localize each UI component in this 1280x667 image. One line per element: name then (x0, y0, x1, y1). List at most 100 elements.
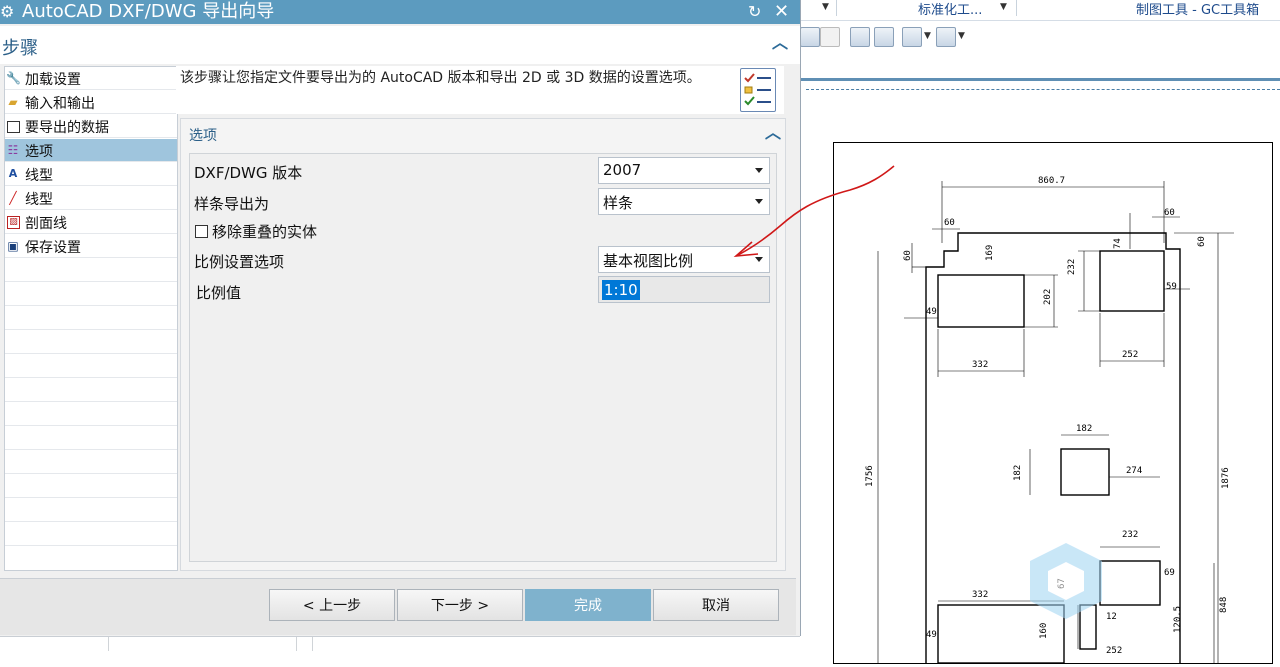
steps-list: 🔧 加载设置 ▰ 输入和输出 要导出的数据 ☷ 选项 A 线型 ╱ 线型 ▨ 剖… (4, 66, 178, 571)
cancel-button[interactable]: 取消 (653, 589, 779, 621)
ribbon-group-standardize[interactable]: 标准化工... (918, 0, 982, 18)
scale-value-text: 1:10 (602, 280, 640, 300)
step-label: 保存设置 (25, 240, 81, 256)
window-icon (7, 121, 20, 133)
list-item (5, 307, 177, 330)
scale-option-label: 比例设置选项 (194, 253, 285, 271)
step-label: 选项 (25, 144, 53, 160)
wrench-icon: 🔧 (6, 71, 21, 85)
ribbon-separator (1016, 0, 1017, 16)
spline-export-value: 样条 (603, 194, 634, 212)
options-body: DXF/DWG 版本 2007 样条导出为 样条 移除重叠的实体 比例设置选项 … (189, 153, 777, 562)
reset-icon[interactable]: ↻ (748, 1, 761, 23)
zoom-view-icon[interactable] (850, 27, 870, 47)
dropdown-arrow-icon[interactable]: ▼ (1000, 2, 1007, 12)
step-label: 线型 (25, 168, 53, 184)
list-item (5, 475, 177, 498)
dim-232: 232 (1067, 259, 1077, 275)
dim-74: 74 (1113, 238, 1123, 249)
linetype-icon: A (8, 167, 18, 180)
steps-title: 步骤 (2, 38, 38, 59)
render-icon[interactable] (936, 27, 956, 47)
dim-49: 49 (926, 307, 937, 317)
ribbon-divider (800, 20, 1280, 21)
options-panel: 选项 ︿ DXF/DWG 版本 2007 样条导出为 样条 移除重叠的实体 比例… (180, 118, 786, 571)
close-icon[interactable]: ✕ (774, 0, 789, 24)
image-view-icon[interactable] (874, 27, 894, 47)
dim-49: 49 (926, 630, 937, 640)
spline-export-label: 样条导出为 (194, 195, 270, 213)
toolbar-icon-a[interactable] (800, 27, 820, 47)
dim-252: 252 (1122, 350, 1138, 360)
dim-12: 12 (1106, 612, 1117, 622)
dxf-version-label: DXF/DWG 版本 (194, 164, 303, 182)
finish-button[interactable]: 完成 (525, 589, 651, 621)
pocket-1 (937, 274, 1025, 328)
list-item (5, 499, 177, 522)
dim-202: 202 (1043, 289, 1053, 305)
collapse-chevron-icon[interactable]: ︿ (772, 35, 788, 51)
step-save-settings[interactable]: ▣ 保存设置 (5, 235, 177, 258)
step-line-width[interactable]: ╱ 线型 (5, 187, 177, 210)
dropdown-arrow-icon[interactable]: ▼ (924, 31, 931, 41)
step-load-settings[interactable]: 🔧 加载设置 (5, 67, 177, 90)
toolbar-icon-b[interactable] (820, 27, 840, 47)
step-description: 该步骤让您指定文件要导出为的 AutoCAD 版本和导出 2D 或 3D 数据的… (176, 66, 784, 114)
dim-332: 332 (972, 590, 988, 600)
description-text: 该步骤让您指定文件要导出为的 AutoCAD 版本和导出 2D 或 3D 数据的… (180, 70, 701, 86)
step-label: 剖面线 (25, 216, 67, 232)
pocket-2 (1099, 250, 1165, 312)
dim-332: 332 (972, 360, 988, 370)
back-button[interactable]: < 上一步 (269, 589, 395, 621)
step-input-output[interactable]: ▰ 输入和输出 (5, 91, 177, 114)
dxf-version-value: 2007 (603, 161, 642, 179)
steps-header[interactable]: 步骤 ︿ (0, 26, 800, 64)
dim-59: 59 (1166, 282, 1177, 292)
step-label: 要导出的数据 (25, 120, 109, 136)
dialog-titlebar[interactable]: ⚙ AutoCAD DXF/DWG 导出向导 ↻ ✕ (0, 0, 800, 24)
graphics-window-border (800, 78, 1280, 81)
options-header[interactable]: 选项 ︿ (181, 119, 785, 149)
scale-value-field[interactable]: 1:10 (598, 276, 770, 303)
strip-separator (296, 637, 297, 651)
step-data-to-export[interactable]: 要导出的数据 (5, 115, 177, 138)
ribbon-group-drafting-tools[interactable]: 制图工具 - GC工具箱 (1136, 0, 1259, 18)
strip-separator (312, 637, 313, 651)
dim-160: 160 (1039, 623, 1049, 639)
list-item (5, 379, 177, 402)
dim-169: 169 (985, 245, 995, 261)
next-button[interactable]: 下一步 > (397, 589, 523, 621)
list-item (5, 331, 177, 354)
step-label: 加载设置 (25, 72, 81, 88)
dim-232: 232 (1122, 530, 1138, 540)
ribbon: ▼ 标准化工... ▼ 制图工具 - GC工具箱 ▼ ▼ (800, 0, 1280, 80)
dropdown-arrow-icon[interactable]: ▼ (822, 2, 829, 12)
save-icon: ▣ (7, 239, 19, 253)
step-label: 输入和输出 (25, 96, 95, 112)
dim-60: 60 (903, 250, 913, 261)
dim-848: 848 (1219, 597, 1229, 613)
step-linetype[interactable]: A 线型 (5, 163, 177, 186)
folder-open-icon: ▰ (8, 95, 18, 109)
remove-overlap-checkbox[interactable] (195, 225, 208, 238)
status-strip (0, 636, 800, 651)
dim-252: 252 (1106, 646, 1122, 656)
checklist-icon (740, 68, 776, 112)
line-width-icon: ╱ (9, 191, 17, 205)
grid-view-icon[interactable] (902, 27, 922, 47)
list-item (5, 259, 177, 282)
options-title: 选项 (189, 128, 217, 144)
pocket-3 (1060, 448, 1110, 496)
dim-1756: 1756 (865, 465, 875, 487)
list-item (5, 283, 177, 306)
button-bar: < 上一步 下一步 > 完成 取消 (0, 578, 796, 635)
step-options[interactable]: ☷ 选项 (5, 139, 177, 162)
collapse-chevron-icon[interactable]: ︿ (765, 125, 781, 141)
graphics-window-dashed-line (806, 89, 1280, 90)
pocket-4 (1099, 560, 1161, 606)
step-hatch[interactable]: ▨ 剖面线 (5, 211, 177, 234)
dim-274: 274 (1126, 466, 1142, 476)
ribbon-separator (836, 0, 837, 16)
dropdown-arrow-icon[interactable]: ▼ (958, 31, 965, 41)
scale-value-label: 比例值 (196, 284, 242, 302)
